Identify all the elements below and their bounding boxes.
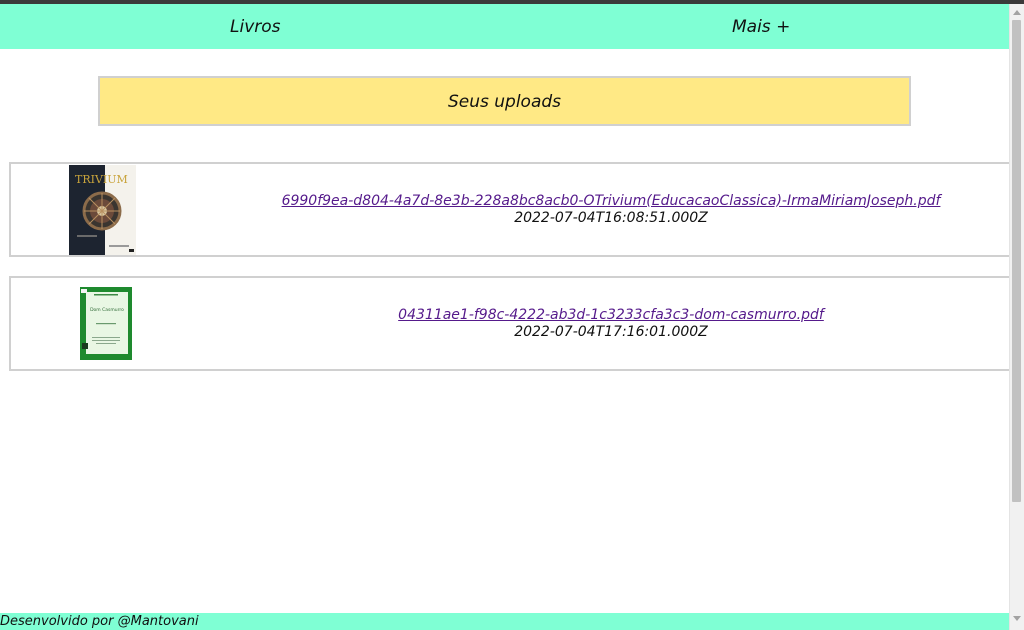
top-nav: Livros Mais + xyxy=(0,4,1009,49)
nav-more-link[interactable]: Mais + xyxy=(732,4,790,49)
nav-books-link[interactable]: Livros xyxy=(230,4,281,49)
cover-title-text: TRIVIUM xyxy=(75,173,128,186)
book-cover-thumbnail[interactable]: Dom Casmurro xyxy=(80,287,132,360)
footer-credit-text: Desenvolvido por @Mantovani xyxy=(0,614,199,629)
book-cover-thumbnail[interactable]: TRIVIUM xyxy=(69,165,136,255)
upload-card: Dom Casmurro 04311ae1-f98c-4222-ab3d-1c3… xyxy=(9,276,1013,371)
upload-card: TRIVIUM 6990f9ea-d804-4a7d-8e3b-228a8bc8… xyxy=(9,162,1013,257)
vertical-scrollbar[interactable] xyxy=(1009,4,1024,630)
trivium-cover-image: TRIVIUM xyxy=(69,165,136,255)
uploads-banner: Seus uploads xyxy=(98,76,911,126)
upload-file-link[interactable]: 04311ae1-f98c-4222-ab3d-1c3233cfa3c3-dom… xyxy=(398,307,824,324)
scrollbar-thumb[interactable] xyxy=(1012,20,1021,502)
cover-title-text: Dom Casmurro xyxy=(90,307,124,313)
upload-info: 04311ae1-f98c-4222-ab3d-1c3233cfa3c3-dom… xyxy=(398,278,824,369)
dom-casmurro-cover-image: Dom Casmurro xyxy=(80,287,132,360)
upload-date: 2022-07-04T17:16:01.000Z xyxy=(514,323,708,340)
page-footer: Desenvolvido por @Mantovani xyxy=(0,613,1009,630)
upload-file-link[interactable]: 6990f9ea-d804-4a7d-8e3b-228a8bc8acb0-OTr… xyxy=(282,193,941,210)
scroll-up-arrow-icon[interactable] xyxy=(1013,10,1021,15)
upload-date: 2022-07-04T16:08:51.000Z xyxy=(514,209,708,226)
scroll-down-arrow-icon[interactable] xyxy=(1013,616,1021,621)
upload-info: 6990f9ea-d804-4a7d-8e3b-228a8bc8acb0-OTr… xyxy=(282,164,941,255)
